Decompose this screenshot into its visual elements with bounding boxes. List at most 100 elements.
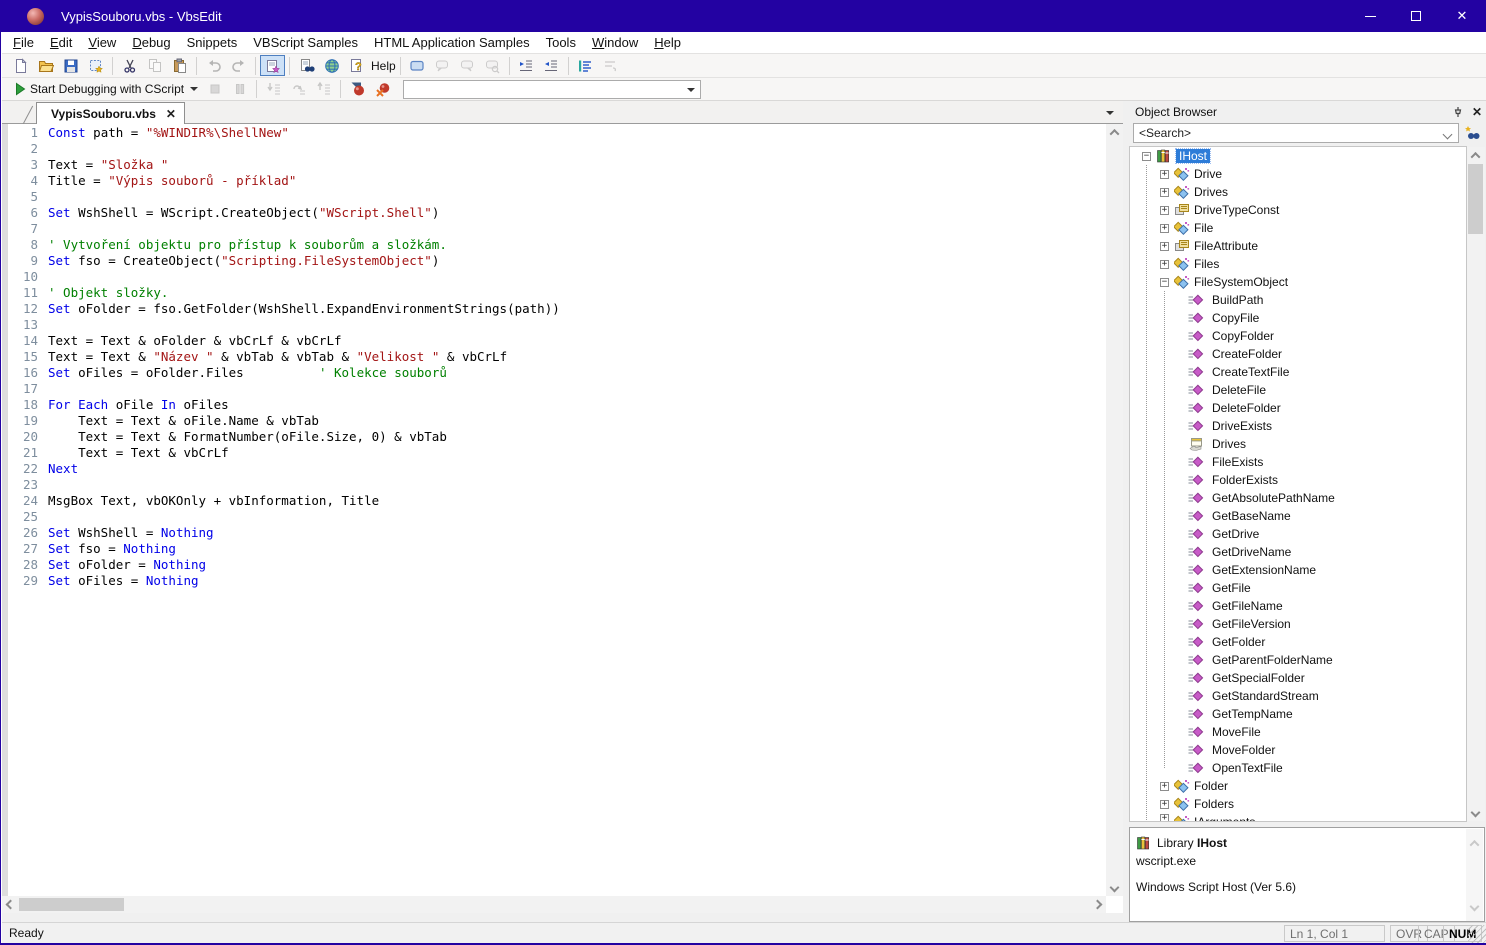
tree-item-label[interactable]: FileExists (1212, 455, 1263, 469)
tree-item-label[interactable]: DeleteFolder (1212, 401, 1281, 415)
tree-item-label[interactable]: GetExtensionName (1212, 563, 1316, 577)
menu-vbscript-samples[interactable]: VBScript Samples (245, 33, 366, 52)
tree-item-folders[interactable]: + Folders (1130, 795, 1466, 813)
tree-item-label[interactable]: GetParentFolderName (1212, 653, 1333, 667)
tree-item-getabsolutepathname[interactable]: GetAbsolutePathName (1130, 489, 1466, 507)
tree-item-getfile[interactable]: GetFile (1130, 579, 1466, 597)
tree-item-getfolder[interactable]: GetFolder (1130, 633, 1466, 651)
tree-item-copyfile[interactable]: CopyFile (1130, 309, 1466, 327)
start-debugging-label[interactable]: Start Debugging with CScript (30, 82, 184, 96)
tree-item-label[interactable]: GetDrive (1212, 527, 1259, 541)
tree-item-fileattribute[interactable]: +FileAttribute (1130, 237, 1466, 255)
tree-scroll-up-icon[interactable] (1467, 147, 1484, 164)
tree-item-label[interactable]: Drives (1212, 437, 1246, 451)
collapse-icon[interactable]: − (1160, 278, 1169, 287)
tree-item-getdrivename[interactable]: GetDriveName (1130, 543, 1466, 561)
cut-button[interactable] (117, 55, 142, 76)
tab-vypissouboru[interactable]: VypisSouboru.vbs ✕ (36, 102, 185, 124)
info-scroll-down-icon[interactable] (1466, 898, 1483, 915)
tree-item-label[interactable]: Drives (1194, 185, 1228, 199)
tree-item-files[interactable]: +Files (1130, 255, 1466, 273)
combo-dropdown-icon[interactable] (687, 88, 695, 92)
expand-icon[interactable]: + (1160, 800, 1169, 809)
tree-vertical-scrollbar[interactable] (1467, 147, 1485, 821)
menu-tools[interactable]: Tools (538, 33, 584, 52)
tree-scroll-down-icon[interactable] (1467, 804, 1484, 821)
menu-html-application-samples[interactable]: HTML Application Samples (366, 33, 538, 52)
tree-item-copyfolder[interactable]: CopyFolder (1130, 327, 1466, 345)
tree-item-getfilename[interactable]: GetFileName (1130, 597, 1466, 615)
hscroll-thumb[interactable] (19, 898, 124, 911)
expand-icon[interactable]: + (1160, 188, 1169, 197)
editor-vertical-scrollbar[interactable] (1106, 124, 1123, 896)
tree-item-getstandardstream[interactable]: GetStandardStream (1130, 687, 1466, 705)
toggle-breakpoint-button[interactable] (345, 79, 370, 100)
tree-item-getfileversion[interactable]: GetFileVersion (1130, 615, 1466, 633)
tree-item-label[interactable]: GetFileName (1212, 599, 1283, 613)
debug-arguments-combobox[interactable] (403, 80, 701, 99)
search-button[interactable] (1463, 123, 1483, 143)
tree-item-label[interactable]: MoveFolder (1212, 743, 1275, 757)
tree-item-label[interactable]: GetAbsolutePathName (1212, 491, 1335, 505)
help-label[interactable]: Help (371, 59, 396, 73)
help-button[interactable]: ? (344, 55, 369, 76)
menu-help[interactable]: Help (646, 33, 689, 52)
tree-item-label[interactable]: Folders (1194, 797, 1234, 811)
tree-item-label[interactable]: Drive (1194, 167, 1222, 181)
tab-list-dropdown-button[interactable] (1097, 105, 1117, 120)
scroll-up-icon[interactable] (1106, 124, 1123, 141)
info-scrollbar[interactable] (1466, 829, 1483, 921)
tree-item-label[interactable]: CopyFolder (1212, 329, 1274, 343)
tree-item-label[interactable]: Files (1194, 257, 1219, 271)
tree-item-label[interactable]: IHost (1176, 149, 1210, 163)
tree-item-movefolder[interactable]: MoveFolder (1130, 741, 1466, 759)
close-panel-icon[interactable]: ✕ (1472, 105, 1482, 119)
expand-icon[interactable]: + (1160, 224, 1169, 233)
menu-snippets[interactable]: Snippets (179, 33, 246, 52)
tree-item-deletefolder[interactable]: DeleteFolder (1130, 399, 1466, 417)
tree-item-deletefile[interactable]: DeleteFile (1130, 381, 1466, 399)
find-in-files-button[interactable] (294, 55, 319, 76)
menu-file[interactable]: File (5, 33, 42, 52)
format-code-button[interactable] (573, 55, 598, 76)
tree-item-file[interactable]: + File (1130, 219, 1466, 237)
tree-item-drive[interactable]: +Drive (1130, 165, 1466, 183)
tree-item-label[interactable]: Folder (1194, 779, 1228, 793)
snippets-button[interactable] (260, 55, 285, 76)
tree-item-label[interactable]: BuildPath (1212, 293, 1263, 307)
save-file-button[interactable] (58, 55, 83, 76)
tree-item-createfolder[interactable]: CreateFolder (1130, 345, 1466, 363)
search-input[interactable]: <Search> (1133, 123, 1459, 143)
pin-icon[interactable] (1452, 106, 1464, 118)
paste-button[interactable] (167, 55, 192, 76)
minimize-button[interactable] (1347, 0, 1393, 32)
tree-item-label[interactable]: IArguments (1194, 815, 1255, 823)
tree-item-label[interactable]: OpenTextFile (1212, 761, 1283, 775)
tree-item-label[interactable]: GetFileVersion (1212, 617, 1291, 631)
scroll-down-icon[interactable] (1106, 879, 1123, 896)
decrease-indent-button[interactable] (539, 55, 564, 76)
tree-item-label[interactable]: CopyFile (1212, 311, 1259, 325)
tree-item-getbasename[interactable]: GetBaseName (1130, 507, 1466, 525)
collapse-icon[interactable]: − (1142, 152, 1151, 161)
tree-item-label[interactable]: DriveExists (1212, 419, 1272, 433)
scroll-left-icon[interactable] (2, 896, 19, 913)
tree-item-label[interactable]: File (1194, 221, 1213, 235)
info-scroll-up-icon[interactable] (1466, 835, 1483, 852)
tree-item-label[interactable]: FileAttribute (1194, 239, 1258, 253)
msgbox-builder-button[interactable] (405, 55, 430, 76)
expand-icon[interactable]: + (1160, 782, 1169, 791)
tree-item-label[interactable]: DriveTypeConst (1194, 203, 1279, 217)
expand-icon[interactable]: + (1160, 814, 1169, 823)
tree-item-folder[interactable]: + Folder (1130, 777, 1466, 795)
tree-item-label[interactable]: CreateFolder (1212, 347, 1282, 361)
tree-item-createtextfile[interactable]: CreateTextFile (1130, 363, 1466, 381)
tree-item-gettempname[interactable]: GetTempName (1130, 705, 1466, 723)
tree-item-label[interactable]: GetDriveName (1212, 545, 1291, 559)
tree-item-movefile[interactable]: MoveFile (1130, 723, 1466, 741)
tree-item-label[interactable]: GetSpecialFolder (1212, 671, 1305, 685)
tree-item-ihost[interactable]: − IHost (1130, 147, 1466, 165)
tree-item-iarguments[interactable]: + IArguments (1130, 813, 1466, 822)
tree-item-label[interactable]: GetStandardStream (1212, 689, 1319, 703)
tree-item-label[interactable]: GetTempName (1212, 707, 1293, 721)
